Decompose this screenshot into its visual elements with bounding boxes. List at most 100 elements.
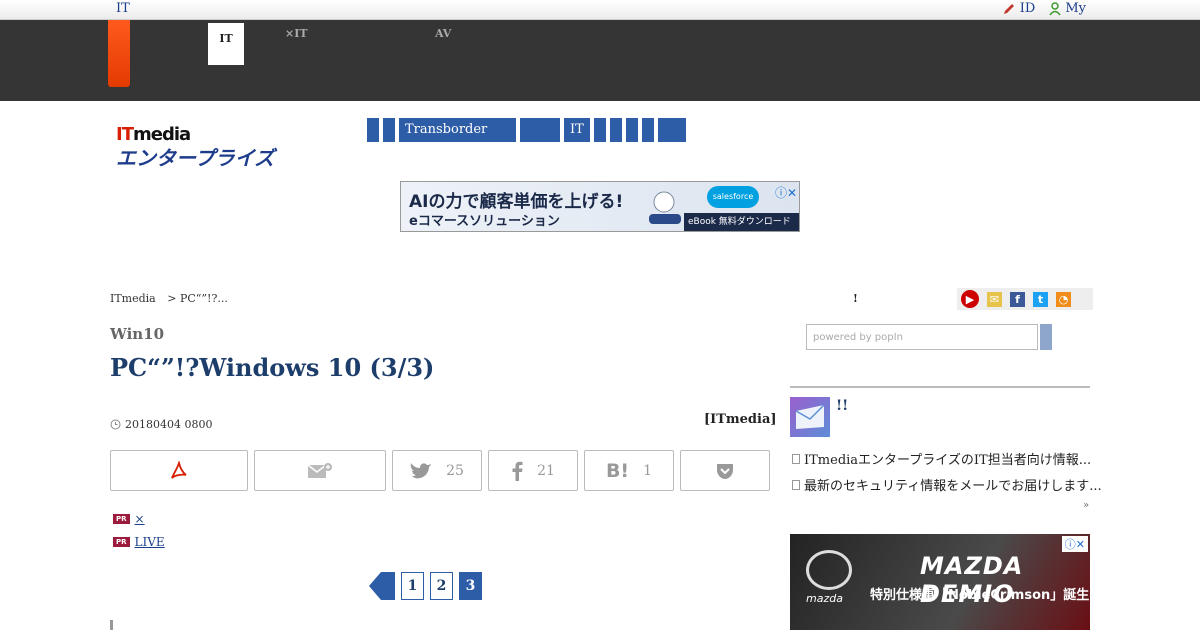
my-link-label: My — [1065, 1, 1086, 16]
nav-tab-x-it[interactable]: ×IT — [285, 27, 308, 40]
hatena-count: 1 — [643, 462, 653, 479]
category-menu-item-transborder[interactable]: Transborder — [399, 118, 516, 142]
right-list-item-text: ITmediaエンタープライズのIT担当者向け情報... — [804, 453, 1092, 468]
nav-tab-it[interactable]: IT — [208, 23, 244, 65]
clock-icon — [110, 419, 121, 430]
logo-it: IT — [116, 124, 134, 145]
mail-share-button[interactable] — [254, 450, 386, 491]
mail-icon[interactable]: ✉ — [987, 291, 1002, 307]
nav-tab-av[interactable]: AV — [435, 27, 451, 40]
play-icon[interactable]: ▶ — [961, 290, 979, 308]
pdf-button[interactable] — [110, 450, 248, 491]
ad-banner[interactable]: AIの力で顧客単価を上げる! eコマースソリューション salesforce e… — [400, 181, 800, 232]
top-bar: IT ID My — [0, 0, 1200, 20]
article-byline: [ITmedia] — [704, 412, 777, 427]
logo-media: media — [132, 124, 191, 145]
page-link-1[interactable]: 1 — [401, 572, 424, 600]
logo-enterprise: エンタープライズ — [116, 146, 275, 170]
twitter-icon[interactable]: t — [1033, 291, 1048, 307]
pocket-share-button[interactable] — [680, 450, 770, 491]
mascot-icon — [649, 191, 681, 224]
ad-subline: eコマースソリューション — [409, 214, 560, 229]
category-menu-item-it[interactable]: IT — [564, 118, 590, 142]
mail-plus-icon — [307, 462, 332, 478]
pr-link[interactable]: × — [135, 512, 145, 526]
right-list-item-text: 最新のセキュリティ情報をメールでお届けします... — [804, 479, 1102, 494]
hatena-share-button[interactable]: B! 1 — [584, 450, 674, 491]
pr-item: PR LIVE — [113, 535, 165, 549]
rss-icon[interactable]: ◔ — [1056, 291, 1071, 307]
ad-close-icon[interactable]: ⓘ✕ — [775, 184, 797, 201]
facebook-share-button[interactable]: 21 — [488, 450, 578, 491]
right-list-item[interactable]: ITmediaエンタープライズのIT担当者向け情報... — [792, 449, 1091, 468]
site-nav: IT ×IT AV — [0, 20, 1200, 101]
pencil-icon — [1003, 3, 1014, 14]
mazda-ad[interactable]: mazda MAZDA DEMIO 特別仕様車「NobleCrimson」誕生 … — [790, 534, 1090, 630]
right-list-item[interactable]: 最新のセキュリティ情報をメールでお届けします... — [792, 475, 1102, 494]
facebook-icon[interactable]: f — [1010, 291, 1025, 307]
more-link[interactable]: » — [1083, 500, 1089, 511]
pr-badge: PR — [113, 537, 130, 547]
breadcrumb-current: > PC“”!?... — [167, 292, 228, 305]
nav-tab-line2: IT — [219, 32, 233, 45]
article-date: 20180404 0800 — [110, 418, 212, 431]
category-menu-item[interactable] — [593, 118, 606, 142]
search-button[interactable] — [1040, 324, 1052, 350]
ad-headline: AIの力で顧客単価を上げる! — [409, 192, 624, 212]
site-nav-accent — [108, 20, 130, 87]
user-icon — [1049, 1, 1061, 15]
facebook-count: 21 — [537, 462, 555, 479]
site-search-input[interactable]: powered by popIn — [806, 324, 1038, 350]
document-icon — [792, 453, 800, 464]
breadcrumb: ITmedia > PC“”!?... — [110, 292, 228, 305]
pr-item: PR × — [113, 512, 145, 526]
mazda-logo-text: mazda — [806, 592, 843, 605]
mazda-logo-icon — [806, 550, 852, 590]
category-menu-item[interactable] — [657, 118, 686, 142]
page-link-2[interactable]: 2 — [430, 572, 453, 600]
category-menu-item[interactable] — [520, 118, 560, 142]
logo-wordmark: ITmedia — [116, 124, 316, 145]
category-menu-item[interactable] — [609, 118, 622, 142]
mail-magazine-icon — [790, 397, 830, 437]
id-link-label: ID — [1019, 1, 1036, 16]
pagination: 1 2 3 — [369, 572, 482, 600]
facebook-icon — [512, 461, 523, 481]
twitter-icon — [410, 462, 432, 478]
salesforce-logo: salesforce — [707, 186, 759, 208]
page-link-3-current[interactable]: 3 — [459, 572, 482, 600]
article-date-text: 20180404 0800 — [125, 418, 213, 431]
id-link[interactable]: ID — [1002, 1, 1036, 16]
hatena-icon: B! — [605, 459, 630, 482]
category-menu-item[interactable] — [383, 118, 395, 142]
my-link[interactable]: My — [1049, 1, 1086, 16]
pr-link[interactable]: LIVE — [135, 535, 165, 549]
ad2-subline: 特別仕様車「NobleCrimson」誕生 — [870, 588, 1090, 603]
top-brand-link[interactable]: IT — [116, 1, 130, 16]
category-menu: Transborder IT — [367, 118, 686, 142]
article-title: PC“”!?Windows 10 (3/3) — [110, 353, 435, 382]
pocket-icon — [717, 463, 733, 479]
right-divider — [790, 386, 1090, 388]
category-menu-item[interactable] — [367, 118, 379, 142]
twitter-count: 25 — [446, 462, 464, 479]
category-menu-item[interactable] — [625, 118, 638, 142]
right-share-bar: ▶ ✉ f t ◔ — [957, 288, 1093, 310]
ad-cta-button[interactable]: eBook 無料ダウンロード — [684, 213, 799, 231]
top-account-links: ID My — [1002, 1, 1086, 16]
prev-page-icon[interactable] — [369, 572, 395, 600]
mail-magazine-heading: !! — [836, 398, 849, 414]
twitter-share-button[interactable]: 25 — [392, 450, 482, 491]
breadcrumb-home[interactable]: ITmedia — [110, 292, 156, 305]
document-icon — [792, 479, 800, 490]
nav-tab-line1: AV — [435, 27, 452, 40]
article-category: Win10 — [110, 325, 165, 343]
pr-badge: PR — [113, 514, 130, 524]
ad2-close-icon[interactable]: ⓘ✕ — [1061, 536, 1088, 552]
right-mark: ! — [853, 292, 858, 305]
category-menu-item[interactable] — [641, 118, 654, 142]
section-marker — [110, 620, 113, 630]
pdf-icon — [171, 460, 187, 479]
site-logo[interactable]: ITmedia エンタープライズ — [116, 124, 316, 169]
nav-tab-line2: ×IT — [285, 27, 308, 40]
